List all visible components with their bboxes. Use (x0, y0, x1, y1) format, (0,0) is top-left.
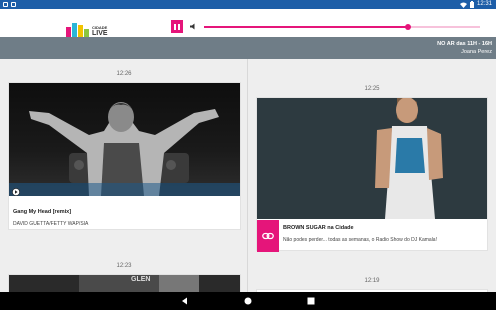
pause-icon (178, 23, 180, 30)
home-icon (244, 297, 252, 305)
navigation-bar (0, 292, 496, 310)
notification-icon (3, 2, 8, 7)
volume-slider-thumb[interactable] (405, 24, 412, 30)
artist-photo-graphic (9, 102, 240, 196)
photo-text: GLEN (131, 276, 151, 283)
promo-title: BROWN SUGAR na Cidade (283, 225, 354, 231)
play-circle-icon[interactable] (12, 188, 20, 196)
promo-card[interactable]: BROWN SUGAR na Cidade Não podes perder..… (256, 97, 488, 252)
timestamp: 12:26 (116, 71, 132, 77)
timeline-feed[interactable]: 12:26 Gang My Head [remix] DAVID GUETTA/… (0, 59, 496, 292)
status-notifications (3, 0, 16, 9)
artist-photo: GLEN (9, 275, 240, 292)
back-button[interactable] (178, 295, 190, 307)
status-bar: 12:31 (0, 0, 496, 9)
recents-button[interactable] (305, 295, 317, 307)
promo-photo (257, 98, 487, 219)
pause-button[interactable] (171, 20, 183, 33)
timestamp: 12:25 (364, 86, 380, 92)
notification-icon (11, 2, 16, 7)
player-header: CIDADE LIVE PLAYER (0, 9, 496, 41)
app-root: 12:31 CIDADE LIVE PLAYER NO AR das (0, 0, 496, 310)
artist-photo-graphic (79, 275, 199, 292)
artist-photo (9, 83, 240, 196)
pause-icon (174, 23, 176, 30)
program-schedule: NO AR das 11H - 16H (437, 41, 492, 47)
wifi-icon (459, 2, 467, 8)
timeline-divider (247, 59, 248, 292)
volume-slider-fill (204, 26, 409, 28)
recents-icon (307, 297, 315, 305)
volume-icon (190, 23, 195, 30)
program-host: Joana Perez (461, 49, 492, 55)
back-icon (181, 297, 187, 305)
promo-photo-graphic (375, 98, 443, 219)
promo-link-button[interactable] (257, 220, 279, 252)
song-artist: DAVID GUETTA/FETTY WAP/SIA (13, 221, 89, 227)
home-button[interactable] (242, 295, 254, 307)
program-bar: NO AR das 11H - 16H Joana Perez (0, 37, 496, 59)
song-card[interactable]: GLEN (8, 274, 241, 292)
timestamp: 12:19 (364, 278, 380, 284)
timestamp: 12:23 (116, 263, 132, 269)
link-icon (262, 232, 274, 240)
status-right: 12:31 (459, 0, 492, 9)
promo-description: Não podes perder... todas as semanas, o … (283, 237, 437, 243)
status-time: 12:31 (476, 1, 492, 7)
battery-icon (469, 1, 474, 8)
song-card[interactable]: Gang My Head [remix] DAVID GUETTA/FETTY … (8, 82, 241, 230)
song-title: Gang My Head [remix] (13, 209, 72, 215)
volume-slider[interactable] (204, 24, 480, 30)
